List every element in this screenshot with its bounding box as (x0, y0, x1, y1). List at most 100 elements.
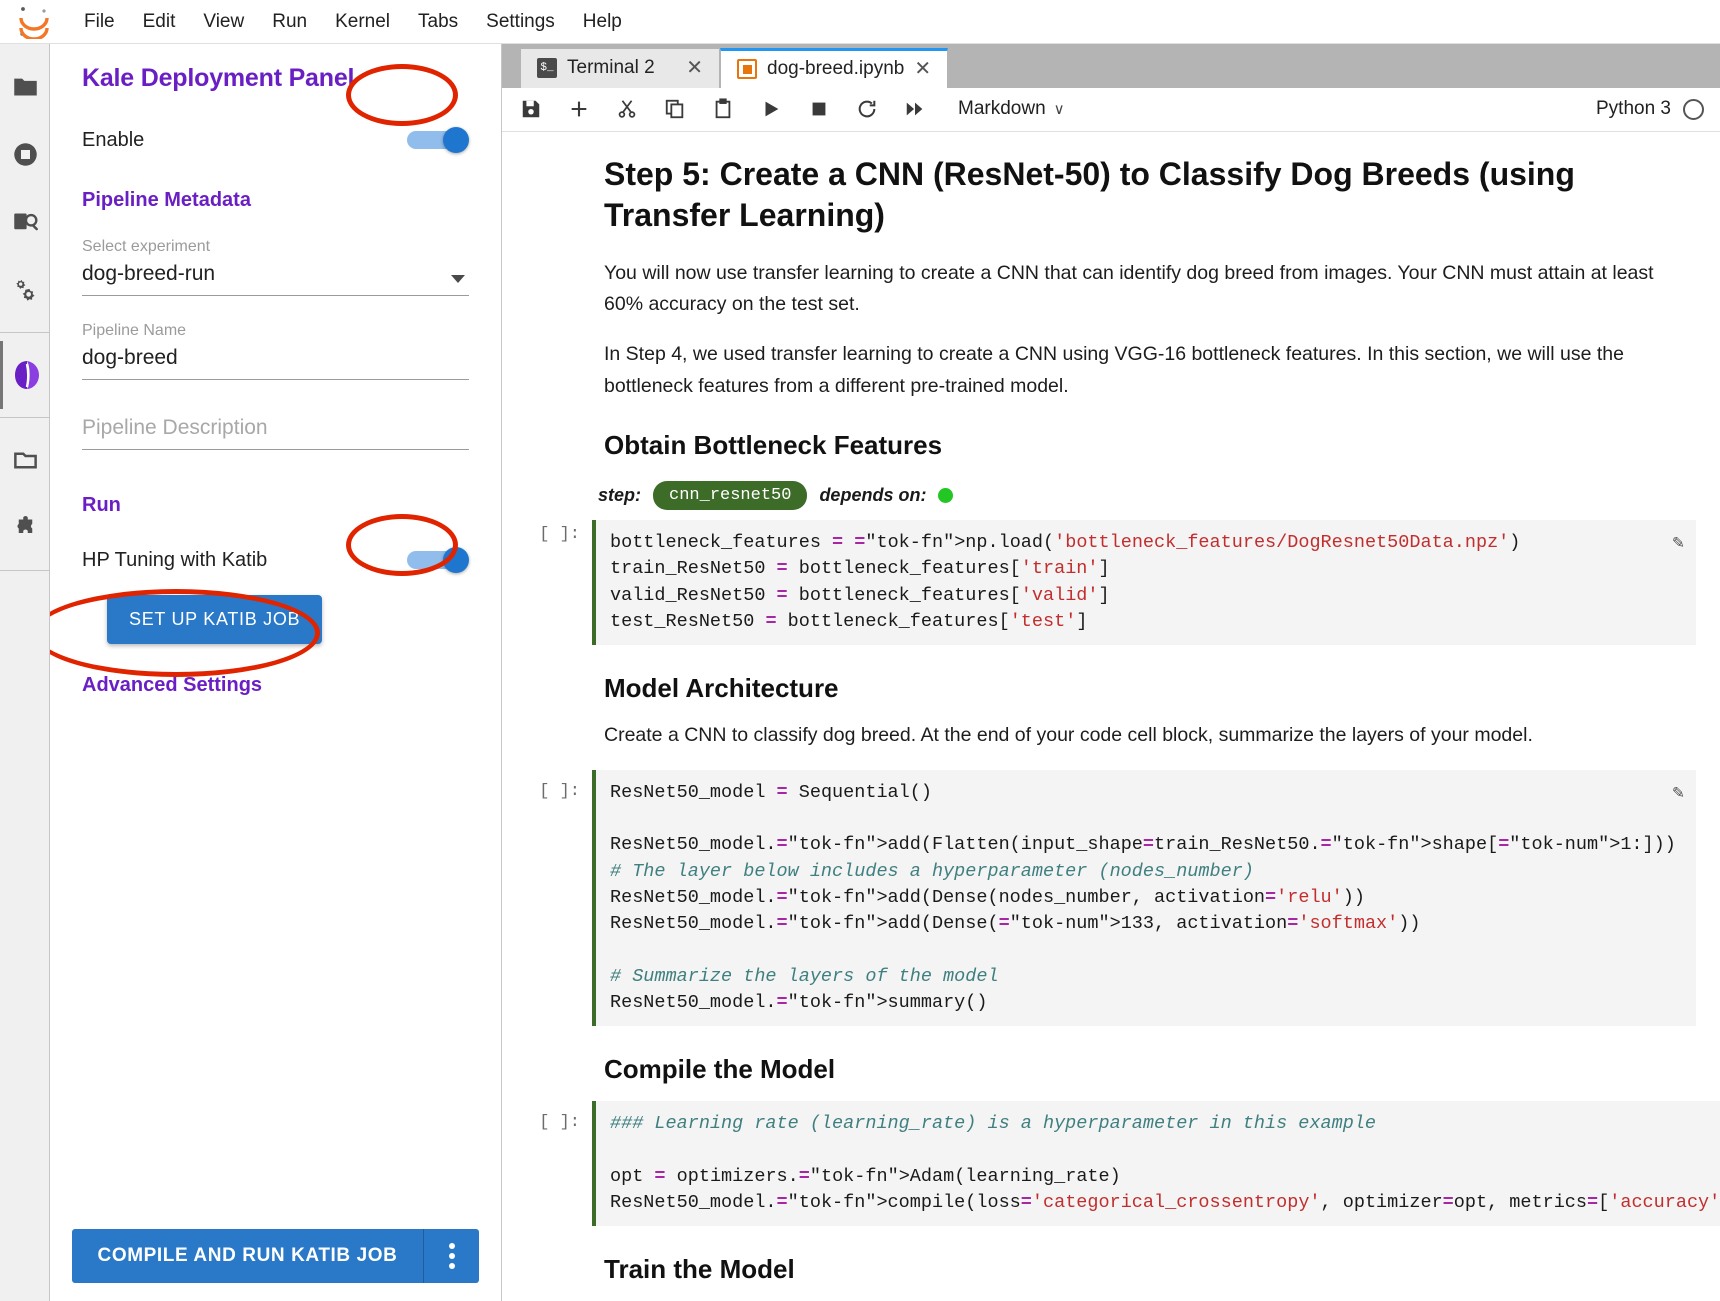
menu-file[interactable]: File (70, 7, 129, 37)
kale-logo-icon[interactable] (0, 341, 50, 409)
restart-icon[interactable] (854, 96, 880, 122)
tab-terminal-2[interactable]: $_ Terminal 2 ✕ (520, 47, 720, 88)
save-icon[interactable] (518, 96, 544, 122)
kale-deployment-panel: Kale Deployment Panel Enable Pipeline Me… (50, 44, 502, 1301)
code-text-1: bottleneck_features = ="tok-fn">np.load(… (610, 532, 1521, 632)
cell-prompt (526, 1226, 592, 1301)
tab-dog-breed-ipynb[interactable]: dog-breed.ipynb ✕ (720, 47, 949, 88)
open-tabs-icon[interactable] (0, 426, 50, 494)
extension-manager-puzzle-icon[interactable] (0, 494, 50, 562)
code-area-3: ### Learning rate (learning_rate) is a h… (592, 1101, 1720, 1227)
heading-compile-the-model: Compile the Model (604, 1054, 836, 1085)
menu-kernel[interactable]: Kernel (321, 7, 404, 37)
cell-type-dropdown[interactable]: Markdown ∨ (958, 98, 1065, 120)
katib-toggle-knob (443, 547, 469, 573)
code-area-2: ResNet50_model = Sequential() ResNet50_m… (592, 769, 1696, 1027)
kebab-menu-icon[interactable] (423, 1229, 479, 1283)
cell-prompt-1: [ ]: (539, 525, 580, 545)
menu-edit[interactable]: Edit (129, 7, 190, 37)
kale-depends-dot-icon[interactable] (938, 488, 954, 504)
menu-tabs[interactable]: Tabs (404, 7, 472, 37)
markdown-body: Step 5: Create a CNN (ResNet-50) to Clas… (592, 148, 1696, 477)
copy-icon[interactable] (662, 96, 688, 122)
run-icon[interactable] (758, 96, 784, 122)
notebook-cell-list[interactable]: Step 5: Create a CNN (ResNet-50) to Clas… (502, 132, 1720, 1301)
chevron-down-icon: ∨ (1053, 101, 1065, 119)
activity-bar-group-top (0, 44, 49, 333)
heading-train-the-model: Train the Model (604, 1254, 795, 1285)
code-input-1[interactable]: bottleneck_features = ="tok-fn">np.load(… (592, 520, 1696, 646)
code-input-2[interactable]: ResNet50_model = Sequential() ResNet50_m… (592, 769, 1696, 1027)
code-cell-2[interactable]: [ ]: ResNet50_model = Sequential() ResNe… (502, 769, 1720, 1027)
tab-bar: $_ Terminal 2 ✕ dog-breed.ipynb ✕ (502, 44, 1720, 88)
insert-cell-icon[interactable] (566, 96, 592, 122)
kernel-indicator[interactable]: Python 3 (1596, 98, 1704, 120)
chevron-down-icon[interactable] (451, 275, 465, 283)
enable-row: Enable (82, 127, 469, 153)
tab-dog-breed-ipynb-label: dog-breed.ipynb (767, 58, 905, 80)
select-experiment-field[interactable]: Select experiment dog-breed-run (82, 238, 469, 296)
compile-and-run-katib-job-button[interactable]: COMPILE AND RUN KATIB JOB (72, 1229, 423, 1283)
tab-terminal-2-label: Terminal 2 (567, 57, 655, 79)
cut-icon[interactable] (614, 96, 640, 122)
enable-toggle[interactable] (407, 127, 469, 153)
menu-run[interactable]: Run (258, 7, 321, 37)
close-icon[interactable]: ✕ (686, 58, 703, 78)
cell-prompt (526, 1026, 592, 1101)
markdown-body: Compile the Model (592, 1026, 1696, 1101)
markdown-cell-compile[interactable]: Compile the Model (502, 1026, 1720, 1101)
pipeline-description-field[interactable]: Pipeline Description (82, 416, 469, 450)
markdown-cell-train[interactable]: Train the Model (502, 1226, 1720, 1301)
main-dock-area: $_ Terminal 2 ✕ dog-breed.ipynb ✕ Markdo… (502, 44, 1720, 1301)
markdown-cell-architecture[interactable]: Model Architecture Create a CNN to class… (502, 645, 1720, 770)
running-terminals-icon[interactable] (0, 120, 50, 188)
menu-settings[interactable]: Settings (472, 7, 569, 37)
kale-step-chip[interactable]: cnn_resnet50 (653, 481, 808, 511)
menu-view[interactable]: View (189, 7, 258, 37)
stop-icon[interactable] (806, 96, 832, 122)
notebook-icon (737, 59, 757, 80)
pipeline-description-input[interactable]: Pipeline Description (82, 416, 469, 450)
file-browser-icon[interactable] (0, 52, 50, 120)
enable-toggle-knob (443, 127, 469, 153)
code-cell-3[interactable]: [ ]: ### Learning rate (learning_rate) i… (502, 1101, 1720, 1227)
kernel-name: Python 3 (1596, 98, 1671, 120)
code-text-3: ### Learning rate (learning_rate) is a h… (610, 1113, 1720, 1214)
close-icon[interactable]: ✕ (914, 59, 931, 79)
katib-label: HP Tuning with Katib (82, 548, 268, 571)
pencil-icon[interactable]: ✎ (1673, 780, 1684, 807)
advanced-settings-heading[interactable]: Advanced Settings (82, 674, 479, 697)
paragraph-transfer-learning: You will now use transfer learning to cr… (604, 261, 1654, 316)
commands-search-icon[interactable] (0, 188, 50, 256)
restart-run-all-icon[interactable] (902, 96, 928, 122)
menu-help[interactable]: Help (569, 7, 636, 37)
markdown-cell-intro[interactable]: Step 5: Create a CNN (ResNet-50) to Clas… (502, 148, 1720, 477)
pipeline-name-label: Pipeline Name (82, 322, 187, 339)
pipeline-metadata-heading: Pipeline Metadata (82, 189, 251, 211)
notebook-panel: Markdown ∨ Python 3 Step 5: Create a CNN… (502, 87, 1720, 1301)
heading-step-5: Step 5: Create a CNN (ResNet-50) to Clas… (604, 155, 1575, 233)
activity-bar-group-bottom (0, 418, 49, 571)
kale-step-label: step: (598, 485, 642, 506)
kale-depends-label: depends on: (819, 485, 927, 506)
pipeline-name-input[interactable]: dog-breed (82, 346, 469, 380)
notebook-toolbar: Markdown ∨ Python 3 (502, 88, 1720, 132)
code-cell-1[interactable]: [ ]: step: cnn_resnet50 depends on: bott… (502, 477, 1720, 646)
code-area-1: step: cnn_resnet50 depends on: bottlenec… (592, 477, 1696, 646)
property-inspector-gears-icon[interactable] (0, 256, 50, 324)
kale-panel-scroll-area: Kale Deployment Panel Enable Pipeline Me… (50, 44, 501, 1217)
code-input-3[interactable]: ### Learning rate (learning_rate) is a h… (592, 1101, 1720, 1227)
paste-icon[interactable] (710, 96, 736, 122)
set-up-katib-job-button[interactable]: SET UP KATIB JOB (107, 595, 323, 644)
select-experiment-label: Select experiment (82, 238, 211, 255)
run-heading: Run (82, 494, 121, 516)
page-title: Kale Deployment Panel (82, 64, 355, 92)
katib-toggle[interactable] (407, 547, 469, 573)
pipeline-name-field[interactable]: Pipeline Name dog-breed (82, 322, 469, 380)
activity-bar-group-kale (0, 333, 49, 418)
terminal-icon: $_ (537, 58, 557, 79)
select-experiment-value: dog-breed-run (82, 262, 469, 296)
heading-obtain-bottleneck-features: Obtain Bottleneck Features (604, 430, 943, 461)
pencil-icon[interactable]: ✎ (1673, 530, 1684, 557)
jupyter-logo (14, 5, 54, 41)
